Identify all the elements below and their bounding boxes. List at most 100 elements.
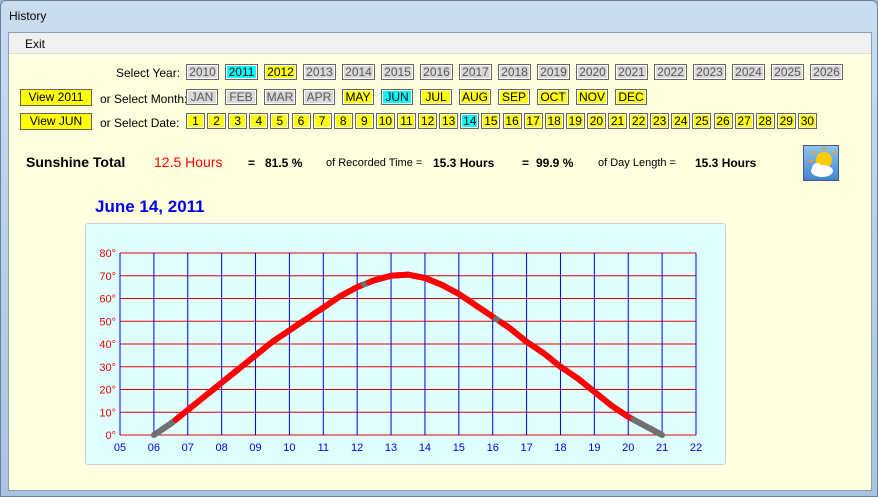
sunshine-hours: 12.5 Hours xyxy=(154,154,223,170)
day-button-12[interactable]: 12 xyxy=(418,113,438,129)
x-tick-label: 21 xyxy=(656,442,668,454)
history-window: History Exit Select Year: or Select Mont… xyxy=(0,0,878,497)
date-title: June 14, 2011 xyxy=(95,197,205,216)
day-button-7[interactable]: 7 xyxy=(312,113,332,129)
year-button-2025[interactable]: 2025 xyxy=(771,64,804,80)
year-button-2021[interactable]: 2021 xyxy=(615,64,648,80)
year-button-2013[interactable]: 2013 xyxy=(303,64,336,80)
year-button-2022[interactable]: 2022 xyxy=(654,64,687,80)
x-tick-label: 06 xyxy=(148,442,160,454)
month-button-sep[interactable]: SEP xyxy=(498,89,530,105)
day-button-16[interactable]: 16 xyxy=(502,113,522,129)
x-tick-label: 09 xyxy=(249,442,261,454)
month-button-jun[interactable]: JUN xyxy=(381,89,413,105)
view-year-button[interactable]: View 2011 xyxy=(20,89,92,106)
day-button-3[interactable]: 3 xyxy=(228,113,248,129)
year-button-2017[interactable]: 2017 xyxy=(459,64,492,80)
x-tick-label: 18 xyxy=(554,442,566,454)
day-length-label: of Day Length = xyxy=(598,157,676,169)
x-tick-label: 10 xyxy=(283,442,295,454)
day-button-20[interactable]: 20 xyxy=(586,113,606,129)
day-button-22[interactable]: 22 xyxy=(629,113,649,129)
month-button-jan[interactable]: JAN xyxy=(186,89,218,105)
y-tick-label: 40° xyxy=(99,339,116,351)
day-button-28[interactable]: 28 xyxy=(755,113,775,129)
year-button-2014[interactable]: 2014 xyxy=(342,64,375,80)
day-button-14[interactable]: 14 xyxy=(460,113,480,129)
menu-bar: Exit xyxy=(9,33,871,54)
select-date-label: or Select Date: xyxy=(100,116,180,130)
month-button-mar[interactable]: MAR xyxy=(264,89,296,105)
select-month-label: or Select Month: xyxy=(100,92,188,106)
x-tick-label: 12 xyxy=(351,442,363,454)
recorded-hours: 15.3 Hours xyxy=(433,156,495,170)
day-button-9[interactable]: 9 xyxy=(354,113,374,129)
year-button-2018[interactable]: 2018 xyxy=(498,64,531,80)
year-button-2012[interactable]: 2012 xyxy=(264,64,297,80)
y-tick-label: 30° xyxy=(99,362,116,374)
day-button-10[interactable]: 10 xyxy=(375,113,395,129)
day-button-30[interactable]: 30 xyxy=(797,113,817,129)
year-button-2016[interactable]: 2016 xyxy=(420,64,453,80)
day-button-24[interactable]: 24 xyxy=(671,113,691,129)
day-length-hours: 15.3 Hours xyxy=(695,156,757,170)
x-tick-label: 14 xyxy=(419,442,431,454)
day-button-17[interactable]: 17 xyxy=(523,113,543,129)
day-button-13[interactable]: 13 xyxy=(439,113,459,129)
pct-day: 99.9 % xyxy=(536,156,574,170)
y-tick-label: 50° xyxy=(99,316,116,328)
day-button-4[interactable]: 4 xyxy=(249,113,269,129)
year-button-2020[interactable]: 2020 xyxy=(576,64,609,80)
day-button-2[interactable]: 2 xyxy=(207,113,227,129)
day-button-8[interactable]: 8 xyxy=(333,113,353,129)
month-button-oct[interactable]: OCT xyxy=(537,89,569,105)
month-button-apr[interactable]: APR xyxy=(303,89,335,105)
day-button-23[interactable]: 23 xyxy=(650,113,670,129)
month-button-may[interactable]: MAY xyxy=(342,89,374,105)
month-button-nov[interactable]: NOV xyxy=(576,89,608,105)
day-button-26[interactable]: 26 xyxy=(713,113,733,129)
menu-exit[interactable]: Exit xyxy=(25,37,45,51)
y-tick-label: 10° xyxy=(99,407,116,419)
y-tick-label: 0° xyxy=(105,430,116,442)
equals-1: = xyxy=(248,156,256,170)
day-button-5[interactable]: 5 xyxy=(270,113,290,129)
month-button-aug[interactable]: AUG xyxy=(459,89,491,105)
x-tick-label: 16 xyxy=(487,442,499,454)
year-button-2015[interactable]: 2015 xyxy=(381,64,414,80)
year-button-2024[interactable]: 2024 xyxy=(732,64,765,80)
year-button-2026[interactable]: 2026 xyxy=(810,64,843,80)
day-button-6[interactable]: 6 xyxy=(291,113,311,129)
x-tick-label: 15 xyxy=(453,442,465,454)
client-area: Exit Select Year: or Select Month: or Se… xyxy=(8,32,872,491)
y-tick-label: 20° xyxy=(99,385,116,397)
x-tick-label: 05 xyxy=(114,442,126,454)
year-button-2023[interactable]: 2023 xyxy=(693,64,726,80)
day-button-27[interactable]: 27 xyxy=(734,113,754,129)
year-button-2011[interactable]: 2011 xyxy=(225,64,258,80)
x-tick-label: 08 xyxy=(216,442,228,454)
day-button-18[interactable]: 18 xyxy=(544,113,564,129)
day-button-15[interactable]: 15 xyxy=(481,113,501,129)
day-button-25[interactable]: 25 xyxy=(692,113,712,129)
day-button-1[interactable]: 1 xyxy=(186,113,205,129)
x-tick-label: 07 xyxy=(182,442,194,454)
weather-icon[interactable] xyxy=(803,145,839,181)
month-button-dec[interactable]: DEC xyxy=(615,89,647,105)
month-button-jul[interactable]: JUL xyxy=(420,89,452,105)
day-button-11[interactable]: 11 xyxy=(397,113,416,129)
y-tick-label: 60° xyxy=(99,294,116,306)
month-button-feb[interactable]: FEB xyxy=(225,89,257,105)
day-button-21[interactable]: 21 xyxy=(608,113,627,129)
chart-panel: 0° 10° 20° 30° 40° 50° 60° 70° 80° 05 06 07 08 09 10 11… xyxy=(85,223,726,465)
y-tick-label: 70° xyxy=(99,271,116,283)
year-button-2010[interactable]: 2010 xyxy=(186,64,219,80)
x-tick-label: 11 xyxy=(318,442,329,454)
day-button-29[interactable]: 29 xyxy=(776,113,796,129)
pct-recorded: 81.5 % xyxy=(265,156,303,170)
x-tick-label: 19 xyxy=(588,442,600,454)
year-button-2019[interactable]: 2019 xyxy=(537,64,570,80)
x-tick-label: 22 xyxy=(690,442,702,454)
view-month-button[interactable]: View JUN xyxy=(20,113,92,130)
day-button-19[interactable]: 19 xyxy=(565,113,585,129)
